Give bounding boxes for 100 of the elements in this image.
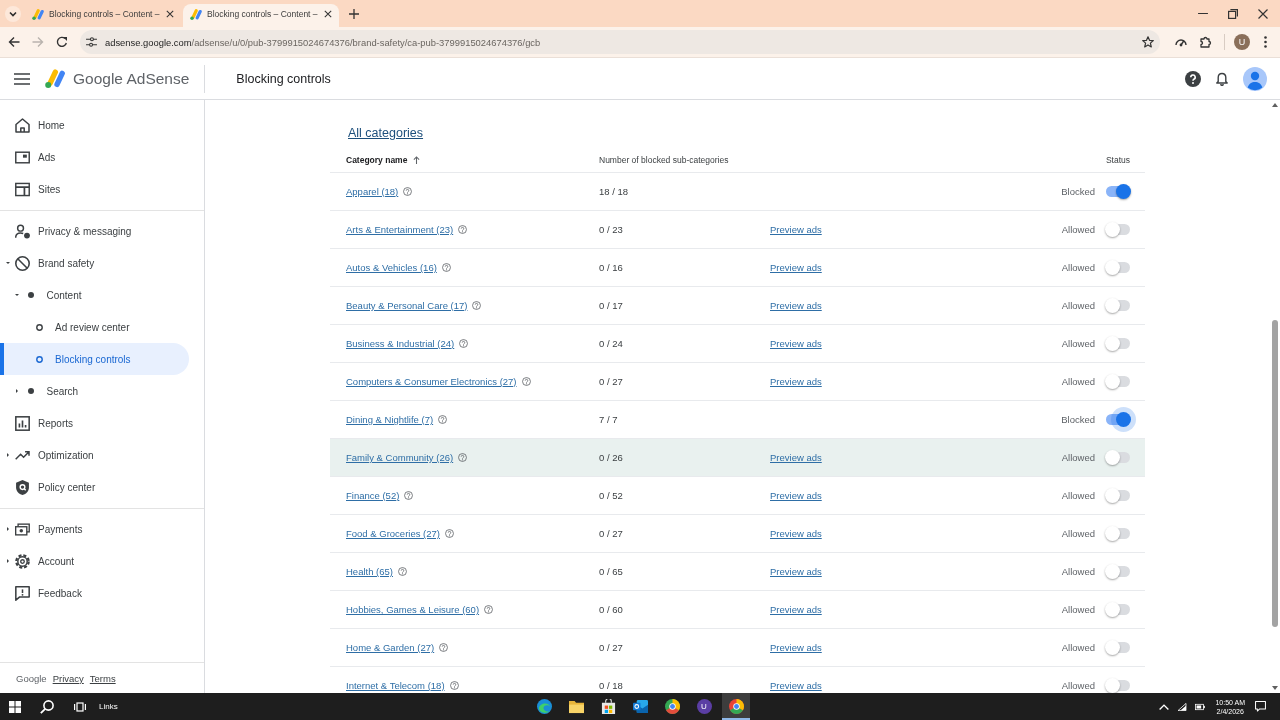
footer-link[interactable]: Terms xyxy=(89,672,116,684)
sidebar-item[interactable]: Ads xyxy=(0,141,189,173)
reload-icon[interactable] xyxy=(56,36,68,48)
sidebar-item[interactable]: Payments xyxy=(0,513,189,545)
back-arrow-icon[interactable] xyxy=(8,36,20,48)
preview-ads-link[interactable]: Preview ads xyxy=(770,528,822,539)
close-icon[interactable] xyxy=(324,10,332,18)
category-link[interactable]: Family & Community (26) xyxy=(346,452,454,463)
sidebar-item[interactable]: Account xyxy=(0,545,189,577)
plus-icon[interactable] xyxy=(349,8,359,19)
browser-tab[interactable]: Blocking controls – Content – xyxy=(183,4,339,27)
category-link[interactable]: Health (65) xyxy=(346,566,393,577)
category-link[interactable]: Finance (52) xyxy=(346,490,400,501)
puzzle-icon[interactable] xyxy=(1200,36,1212,48)
status-label: Allowed xyxy=(1061,490,1095,501)
taskbar-app-button[interactable] xyxy=(722,693,750,720)
ad-card-icon xyxy=(14,149,30,165)
search-icon[interactable] xyxy=(40,699,54,714)
help-icon[interactable] xyxy=(1185,70,1201,87)
tune-icon[interactable] xyxy=(86,37,97,47)
sidebar-item[interactable]: Feedback xyxy=(0,577,189,609)
column-header[interactable]: Number of blocked sub-categories xyxy=(599,155,729,165)
footer-link[interactable]: Privacy xyxy=(52,672,84,684)
tricolor-circle-icon xyxy=(728,699,744,714)
close-icon[interactable] xyxy=(166,10,174,18)
scrollbar-thumb[interactable] xyxy=(1272,320,1278,627)
preview-ads-link[interactable]: Preview ads xyxy=(770,376,822,387)
column-header[interactable]: Status xyxy=(1105,155,1130,165)
minimize-icon[interactable] xyxy=(1198,12,1208,15)
close-icon[interactable] xyxy=(1258,8,1268,19)
caret-right-icon[interactable] xyxy=(6,527,10,531)
sidebar-item[interactable]: Brand safety xyxy=(0,247,189,279)
sidebar-item[interactable]: Optimization xyxy=(0,439,189,471)
chevron-down-icon[interactable] xyxy=(5,5,21,22)
category-link[interactable]: Home & Garden (27) xyxy=(346,642,435,653)
caret-up-icon[interactable] xyxy=(1159,702,1170,711)
category-link[interactable]: Dining & Nightlife (7) xyxy=(346,414,434,425)
caret-right-icon[interactable] xyxy=(6,453,10,457)
category-link[interactable]: Internet & Telecom (18) xyxy=(346,680,445,691)
avatar-icon[interactable] xyxy=(1243,66,1267,91)
sidebar-item[interactable]: Blocking controls xyxy=(0,343,189,375)
more-options-icon[interactable] xyxy=(1264,36,1267,48)
browser-tab[interactable]: Blocking controls – Content – xyxy=(25,4,181,27)
house-icon xyxy=(14,117,30,133)
scroll-up-arrow-icon[interactable] xyxy=(1272,103,1278,107)
preview-ads-link[interactable]: Preview ads xyxy=(770,300,822,311)
caret-right-icon[interactable] xyxy=(6,559,10,563)
gauge-icon[interactable] xyxy=(1175,36,1187,48)
caret-down-icon[interactable] xyxy=(6,261,10,265)
sidebar-item[interactable]: Reports xyxy=(0,407,189,439)
all-categories-link[interactable]: All categories xyxy=(348,125,424,141)
preview-ads-link[interactable]: Preview ads xyxy=(770,224,822,235)
footer-brand: Google xyxy=(16,672,47,684)
restore-icon[interactable] xyxy=(1228,8,1238,19)
sidebar-item[interactable]: Policy center xyxy=(0,471,189,503)
sidebar-item[interactable]: Home xyxy=(0,109,189,141)
caret-down-icon[interactable] xyxy=(14,293,19,297)
profile-avatar[interactable]: U xyxy=(1234,34,1250,50)
category-link[interactable]: Computers & Consumer Electronics (27) xyxy=(346,376,517,387)
sidebar-item[interactable]: Search xyxy=(0,375,189,407)
windows-logo-icon[interactable] xyxy=(9,700,21,713)
preview-ads-link[interactable]: Preview ads xyxy=(770,338,822,349)
blocked-count: 0 / 27 xyxy=(599,642,623,653)
arrow-up-icon[interactable] xyxy=(413,156,421,164)
preview-ads-link[interactable]: Preview ads xyxy=(770,680,822,691)
category-link[interactable]: Food & Groceries (27) xyxy=(346,528,440,539)
signal-strength-icon[interactable] xyxy=(1177,702,1188,711)
star-icon[interactable] xyxy=(1142,36,1154,48)
category-link[interactable]: Business & Industrial (24) xyxy=(346,338,455,349)
column-header[interactable]: Category name xyxy=(346,155,421,165)
category-link[interactable]: Beauty & Personal Care (17) xyxy=(346,300,468,311)
sidebar-item[interactable]: Privacy & messaging xyxy=(0,215,189,247)
notification-icon[interactable] xyxy=(1255,701,1266,712)
sidebar-item[interactable]: Content xyxy=(0,279,189,311)
taskbar-app-button[interactable]: U xyxy=(690,693,718,720)
category-link[interactable]: Hobbies, Games & Leisure (60) xyxy=(346,604,480,615)
preview-ads-link[interactable]: Preview ads xyxy=(770,642,822,653)
address-bar[interactable]: adsense.google.com/adsense/u/0/pub-3799915024674376/brand-safety/ca-pub-3799915024674376/gcb xyxy=(80,30,1160,54)
category-link[interactable]: Autos & Vehicles (16) xyxy=(346,262,437,273)
toolbar-label[interactable]: Links xyxy=(99,702,118,711)
category-link[interactable]: Apparel (18) xyxy=(346,186,399,197)
category-link[interactable]: Arts & Entertainment (23) xyxy=(346,224,454,235)
browser-window-icon xyxy=(14,181,30,197)
bell-icon[interactable] xyxy=(1216,71,1228,86)
blocked-count: 0 / 16 xyxy=(599,262,623,273)
preview-ads-link[interactable]: Preview ads xyxy=(770,566,822,577)
scroll-down-arrow-icon[interactable] xyxy=(1272,686,1278,690)
blocked-count: 0 / 27 xyxy=(599,528,623,539)
preview-ads-link[interactable]: Preview ads xyxy=(770,490,822,501)
status-label: Blocked xyxy=(1061,414,1095,425)
sidebar-item[interactable]: Sites xyxy=(0,173,189,205)
sidebar-item[interactable]: Ad review center xyxy=(0,311,189,343)
preview-ads-link[interactable]: Preview ads xyxy=(770,452,822,463)
menu-icon[interactable] xyxy=(14,72,30,85)
preview-ads-link[interactable]: Preview ads xyxy=(770,262,822,273)
preview-ads-link[interactable]: Preview ads xyxy=(770,604,822,615)
status-label: Allowed xyxy=(1061,452,1095,463)
task-view-icon[interactable] xyxy=(74,700,86,713)
battery-icon[interactable] xyxy=(1195,702,1206,711)
ring-icon xyxy=(35,323,43,331)
